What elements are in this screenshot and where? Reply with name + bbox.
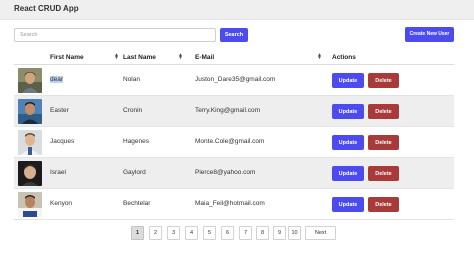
first-name-cell: Kenyon <box>50 200 73 207</box>
page-button[interactable]: 1 <box>131 226 144 240</box>
next-page-button[interactable]: Next <box>305 226 336 240</box>
sort-email-icon[interactable]: ▲ ▼ <box>317 53 322 61</box>
delete-button[interactable]: Delete <box>368 135 399 150</box>
page-button[interactable]: 2 <box>149 226 162 240</box>
table-header: First Name ▲ ▼ Last Name ▲ ▼ E-Mail ▲ ▼ Act… <box>14 50 454 65</box>
email-cell: Pierce8@yahoo.com <box>195 169 256 176</box>
page-button[interactable]: 7 <box>239 226 252 240</box>
header-first-name[interactable]: First Name <box>50 54 84 61</box>
update-button[interactable]: Update <box>332 166 364 181</box>
delete-button[interactable]: Delete <box>368 197 399 212</box>
avatar <box>18 99 42 124</box>
avatar <box>18 192 42 217</box>
table-row: Jacques Hagenes Monte.Cole@gmail.com Upd… <box>14 127 454 158</box>
delete-button[interactable]: Delete <box>368 166 399 181</box>
page-button[interactable]: 4 <box>185 226 198 240</box>
header-last-name[interactable]: Last Name <box>123 54 156 61</box>
email-cell: Terry.King@gmail.com <box>195 107 260 114</box>
last-name-cell: Bechtelar <box>123 200 151 207</box>
header-email[interactable]: E-Mail <box>195 54 214 61</box>
delete-button[interactable]: Delete <box>368 104 399 119</box>
update-button[interactable]: Update <box>332 104 364 119</box>
avatar <box>18 130 42 155</box>
first-name-cell: Israel <box>50 169 66 176</box>
email-cell: Juston_Dare35@gmail.com <box>195 76 276 83</box>
page-button[interactable]: 6 <box>221 226 234 240</box>
last-name-cell: Cronin <box>123 107 143 114</box>
email-cell: Monte.Cole@gmail.com <box>195 138 265 145</box>
page-button[interactable]: 9 <box>273 226 286 240</box>
search-input[interactable] <box>14 28 216 42</box>
email-cell: Maia_Feil@hotmail.com <box>195 200 265 207</box>
create-new-user-button[interactable]: Create New User <box>405 27 454 42</box>
page-button[interactable]: 10 <box>288 226 301 240</box>
header-actions: Actions <box>332 54 356 61</box>
last-name-cell: Hagenes <box>123 138 150 145</box>
update-button[interactable]: Update <box>332 135 364 150</box>
update-button[interactable]: Update <box>332 197 364 212</box>
user-table-body: dear Nolan Juston_Dare35@gmail.com Updat… <box>14 65 454 220</box>
avatar <box>18 68 42 93</box>
sort-first-name-icon[interactable]: ▲ ▼ <box>114 53 119 61</box>
table-row: dear Nolan Juston_Dare35@gmail.com Updat… <box>14 65 454 96</box>
delete-button[interactable]: Delete <box>368 73 399 88</box>
table-row: Kenyon Bechtelar Maia_Feil@hotmail.com U… <box>14 189 454 220</box>
update-button[interactable]: Update <box>332 73 364 88</box>
first-name-cell[interactable]: dear <box>50 76 64 83</box>
page-button[interactable]: 3 <box>167 226 180 240</box>
search-button[interactable]: Search <box>220 28 248 42</box>
page-button[interactable]: 5 <box>203 226 216 240</box>
avatar <box>18 161 42 186</box>
page-button[interactable]: 8 <box>256 226 269 240</box>
app-title: React CRUD App <box>14 4 79 13</box>
first-name-cell: Jacques <box>50 138 75 145</box>
table-row: Easter Cronin Terry.King@gmail.com Updat… <box>14 96 454 127</box>
sort-last-name-icon[interactable]: ▲ ▼ <box>178 53 183 61</box>
last-name-cell: Gaylord <box>123 169 146 176</box>
last-name-cell: Nolan <box>123 76 140 83</box>
first-name-cell: Easter <box>50 107 69 114</box>
table-row: Israel Gaylord Pierce8@yahoo.com Update … <box>14 158 454 189</box>
app-header: React CRUD App <box>0 0 474 20</box>
